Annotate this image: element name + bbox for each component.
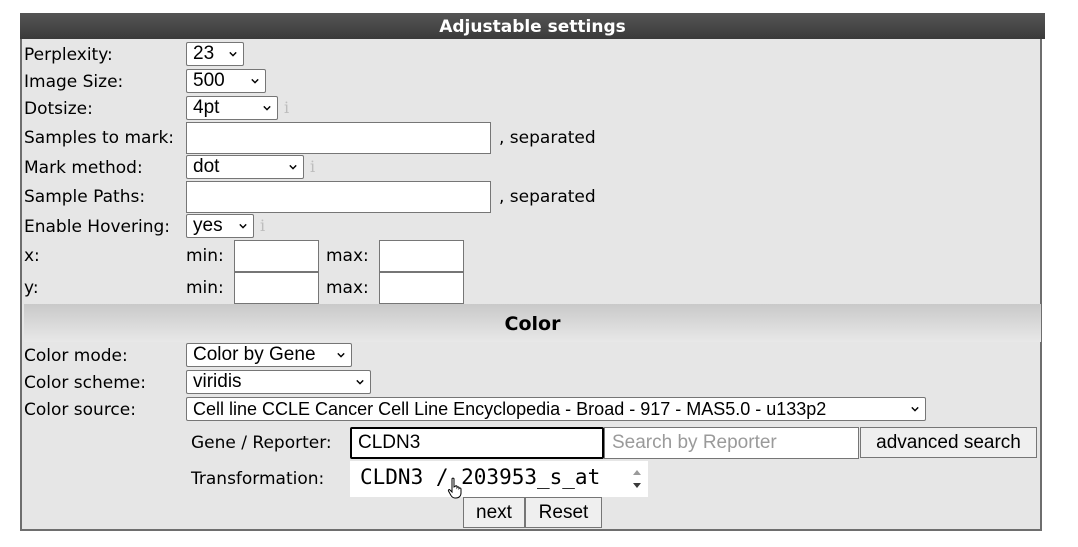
gene-input[interactable]: CLDN3 <box>350 427 604 459</box>
sample-paths-note: , separated <box>499 187 596 207</box>
gene-reporter-label: Gene / Reporter: <box>191 433 332 453</box>
hand-cursor-icon <box>447 477 462 499</box>
mark-method-label: Mark method: <box>24 158 143 178</box>
image-size-label: Image Size: <box>24 72 124 92</box>
perplexity-value: 23 <box>193 43 215 64</box>
mark-method-select[interactable]: dot <box>186 155 304 179</box>
image-size-select[interactable]: 500 <box>186 69 266 93</box>
transformation-label: Transformation: <box>191 469 325 489</box>
spinner-arrows-icon[interactable] <box>630 464 644 494</box>
y-max-label: max: <box>326 278 369 298</box>
x-max-label: max: <box>326 246 369 266</box>
y-min-label: min: <box>186 278 224 298</box>
color-mode-select[interactable]: Color by Gene <box>186 343 352 367</box>
chevron-down-icon <box>337 352 345 358</box>
x-max-input[interactable] <box>379 240 464 272</box>
enable-hovering-value: yes <box>193 215 223 236</box>
chevron-down-icon <box>239 223 247 229</box>
color-section-header: Color <box>24 304 1041 342</box>
chevron-down-icon <box>263 105 271 111</box>
dotsize-label: Dotsize: <box>24 99 93 119</box>
info-icon[interactable]: i <box>284 98 289 117</box>
color-source-select[interactable]: Cell line CCLE Cancer Cell Line Encyclop… <box>186 397 926 421</box>
enable-hovering-select[interactable]: yes <box>186 214 254 238</box>
perplexity-label: Perplexity: <box>24 45 113 65</box>
chevron-down-icon <box>251 78 259 84</box>
samples-to-mark-input[interactable] <box>186 122 491 154</box>
sample-paths-input[interactable] <box>186 181 491 213</box>
x-label: x: <box>24 246 40 266</box>
color-mode-value: Color by Gene <box>193 344 316 365</box>
color-source-value: Cell line CCLE Cancer Cell Line Encyclop… <box>193 399 827 419</box>
samples-to-mark-note: , separated <box>499 128 596 148</box>
y-min-input[interactable] <box>234 272 319 304</box>
dotsize-select[interactable]: 4pt <box>186 96 278 120</box>
reset-button[interactable]: Reset <box>525 497 602 528</box>
next-button[interactable]: next <box>463 497 525 528</box>
x-min-input[interactable] <box>234 240 319 272</box>
reporter-search-input[interactable]: Search by Reporter <box>604 427 859 459</box>
chevron-down-icon <box>911 406 919 412</box>
chevron-down-icon <box>229 51 237 57</box>
x-min-label: min: <box>186 246 224 266</box>
color-scheme-select[interactable]: viridis <box>186 370 371 394</box>
dotsize-value: 4pt <box>193 97 220 118</box>
reporter-suggestion-list[interactable]: CLDN3 / 203953_s_at <box>350 461 648 499</box>
info-icon[interactable]: i <box>260 216 265 235</box>
info-icon[interactable]: i <box>310 157 315 176</box>
image-size-value: 500 <box>193 70 225 91</box>
color-mode-label: Color mode: <box>24 346 128 366</box>
enable-hovering-label: Enable Hovering: <box>24 217 171 237</box>
chevron-down-icon <box>289 164 297 170</box>
perplexity-select[interactable]: 23 <box>186 42 244 66</box>
color-source-label: Color source: <box>24 400 136 420</box>
reporter-suggestion-option[interactable]: CLDN3 / 203953_s_at <box>360 465 600 489</box>
chevron-down-icon <box>356 379 364 385</box>
color-scheme-value: viridis <box>193 371 242 392</box>
advanced-search-button[interactable]: advanced search <box>860 427 1037 458</box>
sample-paths-label: Sample Paths: <box>24 187 146 207</box>
color-scheme-label: Color scheme: <box>24 373 146 393</box>
samples-to-mark-label: Samples to mark: <box>24 128 175 148</box>
mark-method-value: dot <box>193 156 220 177</box>
y-label: y: <box>24 278 39 298</box>
y-max-input[interactable] <box>379 272 464 304</box>
settings-header: Adjustable settings <box>20 13 1045 39</box>
